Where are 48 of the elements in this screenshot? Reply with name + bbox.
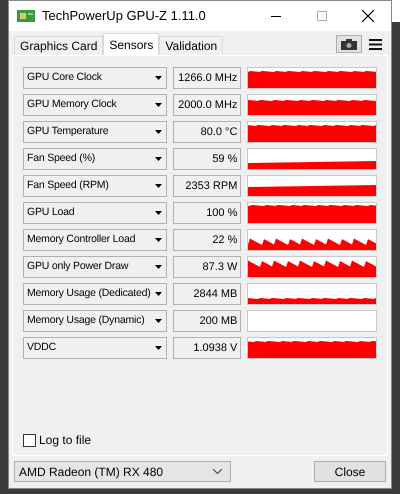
sensor-dropdown[interactable]: GPU Temperature <box>23 121 167 143</box>
camera-icon <box>341 38 357 50</box>
sensor-value: 22 % <box>172 229 242 251</box>
device-select[interactable]: AMD Radeon (TM) RX 480 <box>14 461 231 482</box>
dropdown-arrow-icon <box>154 76 162 80</box>
sensor-dropdown[interactable]: Memory Usage (Dedicated) <box>23 283 167 305</box>
window-title: TechPowerUp GPU-Z 1.11.0 <box>42 7 206 26</box>
sensor-value: 200 MB <box>172 310 242 332</box>
sensor-value: 80.0 °C <box>172 121 242 143</box>
sensor-dropdown[interactable]: GPU Memory Clock <box>23 94 167 116</box>
menu-icon <box>368 38 382 50</box>
close-icon <box>362 10 374 22</box>
app-icon <box>17 9 35 23</box>
dropdown-arrow-icon <box>154 130 162 134</box>
sensor-value: 2353 RPM <box>172 175 242 197</box>
sensor-dropdown[interactable]: Memory Controller Load <box>23 229 167 251</box>
log-checkbox[interactable] <box>23 434 36 446</box>
dropdown-arrow-icon <box>154 319 162 323</box>
sensor-dropdown[interactable]: GPU Core Clock <box>23 67 167 89</box>
dropdown-arrow-icon <box>154 184 162 188</box>
tab[interactable]: Validation <box>159 36 224 55</box>
sensor-dropdown[interactable]: Memory Usage (Dynamic) <box>23 310 167 332</box>
sensor-dropdown[interactable]: VDDC <box>23 337 167 359</box>
sensor-value: 1266.0 MHz <box>172 67 242 89</box>
sensor-value: 2000.0 MHz <box>172 94 242 116</box>
sensor-value: 2844 MB <box>172 283 242 305</box>
dropdown-arrow-icon <box>154 238 162 242</box>
chevron-down-icon <box>213 469 222 474</box>
dropdown-arrow-icon <box>154 103 162 107</box>
dropdown-arrow-icon <box>154 157 162 161</box>
sensor-dropdown[interactable]: Fan Speed (%) <box>23 148 167 170</box>
close-button[interactable]: Close <box>314 461 386 482</box>
tab[interactable]: Sensors <box>103 33 160 55</box>
dropdown-arrow-icon <box>154 211 162 215</box>
sensor-dropdown[interactable]: Fan Speed (RPM) <box>23 175 167 197</box>
dropdown-arrow-icon <box>154 346 162 350</box>
tab[interactable]: Graphics Card <box>14 36 104 55</box>
sensor-value: 100 % <box>172 202 242 224</box>
sensor-value: 87.3 W <box>172 256 242 278</box>
log-to-file-label: Log to file <box>39 432 92 449</box>
dropdown-arrow-icon <box>154 265 162 269</box>
sensor-dropdown[interactable]: GPU only Power Draw <box>23 256 167 278</box>
maximize-icon <box>317 11 327 21</box>
sensor-value: 59 % <box>172 148 242 170</box>
sensor-value: 1.0938 V <box>172 337 242 359</box>
dropdown-arrow-icon <box>154 292 162 296</box>
sensor-dropdown[interactable]: GPU Load <box>23 202 167 224</box>
camera-button[interactable] <box>336 35 362 53</box>
